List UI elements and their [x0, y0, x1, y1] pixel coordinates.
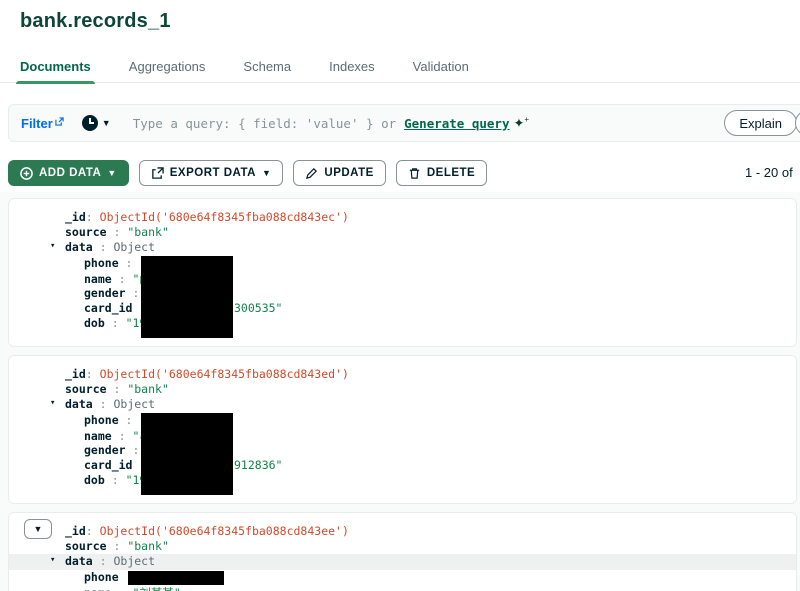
- export-icon: [151, 166, 164, 179]
- field-line-dob: dob : "19: [84, 473, 147, 488]
- field-line-phone: phone : ": [84, 412, 146, 427]
- query-bar: Filter ▼ Type a query: { field: 'value' …: [8, 104, 800, 142]
- query-history-button[interactable]: ▼: [81, 115, 111, 131]
- field-line-phone: phone : ": [84, 255, 146, 270]
- field-line-gender: gender :: [84, 442, 147, 457]
- field-line-name: name : "牟: [84, 428, 151, 443]
- chevron-down-icon: ▼: [261, 167, 272, 178]
- collapse-caret-icon[interactable]: ▾: [50, 241, 55, 251]
- field-line-source: source : "bank": [65, 382, 169, 397]
- document-card[interactable]: _id: ObjectId('680e64f8345fba088cd843ed'…: [8, 355, 797, 504]
- field-line-source: source : "bank": [65, 225, 169, 240]
- delete-button[interactable]: DELETE: [395, 160, 488, 186]
- explain-button[interactable]: Explain: [724, 110, 797, 136]
- field-line-gender: gender :: [84, 285, 147, 300]
- tab-indexes[interactable]: Indexes: [325, 56, 379, 83]
- external-link-icon: [55, 116, 64, 126]
- objectid-value: ObjectId('680e64f8345fba088cd843ec'): [99, 210, 349, 224]
- field-line-dob: dob : "19: [84, 316, 147, 331]
- filter-link[interactable]: Filter: [21, 116, 64, 131]
- collapse-caret-icon[interactable]: ▾: [50, 398, 55, 408]
- export-data-label: EXPORT DATA: [169, 167, 256, 179]
- field-line-name: name : "刘某某": [9, 585, 796, 591]
- plus-circle-icon: [20, 166, 33, 180]
- field-line-id: _id: ObjectId('680e64f8345fba088cd843ed'…: [65, 367, 349, 381]
- pencil-icon: [306, 167, 318, 179]
- find-button-partial[interactable]: [795, 110, 800, 136]
- objectid-value: ObjectId('680e64f8345fba088cd843ee'): [99, 524, 349, 538]
- chevron-down-icon: ▼: [107, 167, 117, 178]
- chevron-down-icon: ▼: [101, 117, 111, 128]
- pagination-range: 1 - 20 of: [745, 165, 793, 180]
- tab-bar: Documents Aggregations Schema Indexes Va…: [0, 56, 800, 84]
- export-data-button[interactable]: EXPORT DATA ▼: [138, 160, 284, 186]
- document-list: _id: ObjectId('680e64f8345fba088cd843ec'…: [0, 192, 800, 591]
- redaction-box: [141, 413, 233, 495]
- field-line-data: ▾ data : Object: [9, 554, 796, 570]
- field-line-source: source : "bank": [65, 539, 169, 554]
- redaction-box: [128, 571, 224, 585]
- crud-toolbar: ADD DATA ▼ EXPORT DATA ▼ UPDATE DELETE 1…: [8, 160, 800, 186]
- objectid-value: ObjectId('680e64f8345fba088cd843ed'): [99, 367, 349, 381]
- add-data-label: ADD DATA: [39, 167, 102, 179]
- field-line-id: _id: ObjectId('680e64f8345fba088cd843ec'…: [65, 210, 349, 224]
- document-card[interactable]: _id: ObjectId('680e64f8345fba088cd843ec'…: [8, 198, 797, 347]
- query-input[interactable]: Type a query: { field: 'value' } or: [133, 116, 396, 131]
- trash-icon: [409, 167, 419, 179]
- field-line-card-id: card_id : 300535": [84, 301, 283, 316]
- field-line-data: ▾ data : Object: [50, 240, 156, 255]
- filter-label: Filter: [21, 115, 53, 131]
- tab-aggregations[interactable]: Aggregations: [125, 56, 210, 83]
- redaction-box: [141, 256, 233, 338]
- collapse-caret-icon[interactable]: ▾: [50, 555, 55, 565]
- tab-validation[interactable]: Validation: [409, 56, 473, 83]
- tab-schema[interactable]: Schema: [239, 56, 295, 83]
- generate-query-link[interactable]: Generate query: [404, 116, 509, 131]
- update-label: UPDATE: [324, 167, 374, 179]
- delete-label: DELETE: [426, 167, 476, 179]
- sparkle-icon: ✦+: [513, 114, 530, 131]
- field-line-name: name : "闫: [84, 271, 151, 286]
- add-data-button[interactable]: ADD DATA ▼: [8, 160, 129, 186]
- document-card[interactable]: ▼ _id: ObjectId('680e64f8345fba088cd843e…: [8, 512, 797, 591]
- field-line-card-id: card_id : 912836": [84, 458, 283, 473]
- tab-documents[interactable]: Documents: [16, 56, 95, 84]
- clock-icon: [81, 115, 98, 131]
- field-line-data: ▾ data : Object: [50, 397, 156, 412]
- field-line-id: _id: ObjectId('680e64f8345fba088cd843ee'…: [65, 524, 349, 538]
- update-button[interactable]: UPDATE: [293, 160, 386, 186]
- collection-title: bank.records_1: [20, 10, 171, 32]
